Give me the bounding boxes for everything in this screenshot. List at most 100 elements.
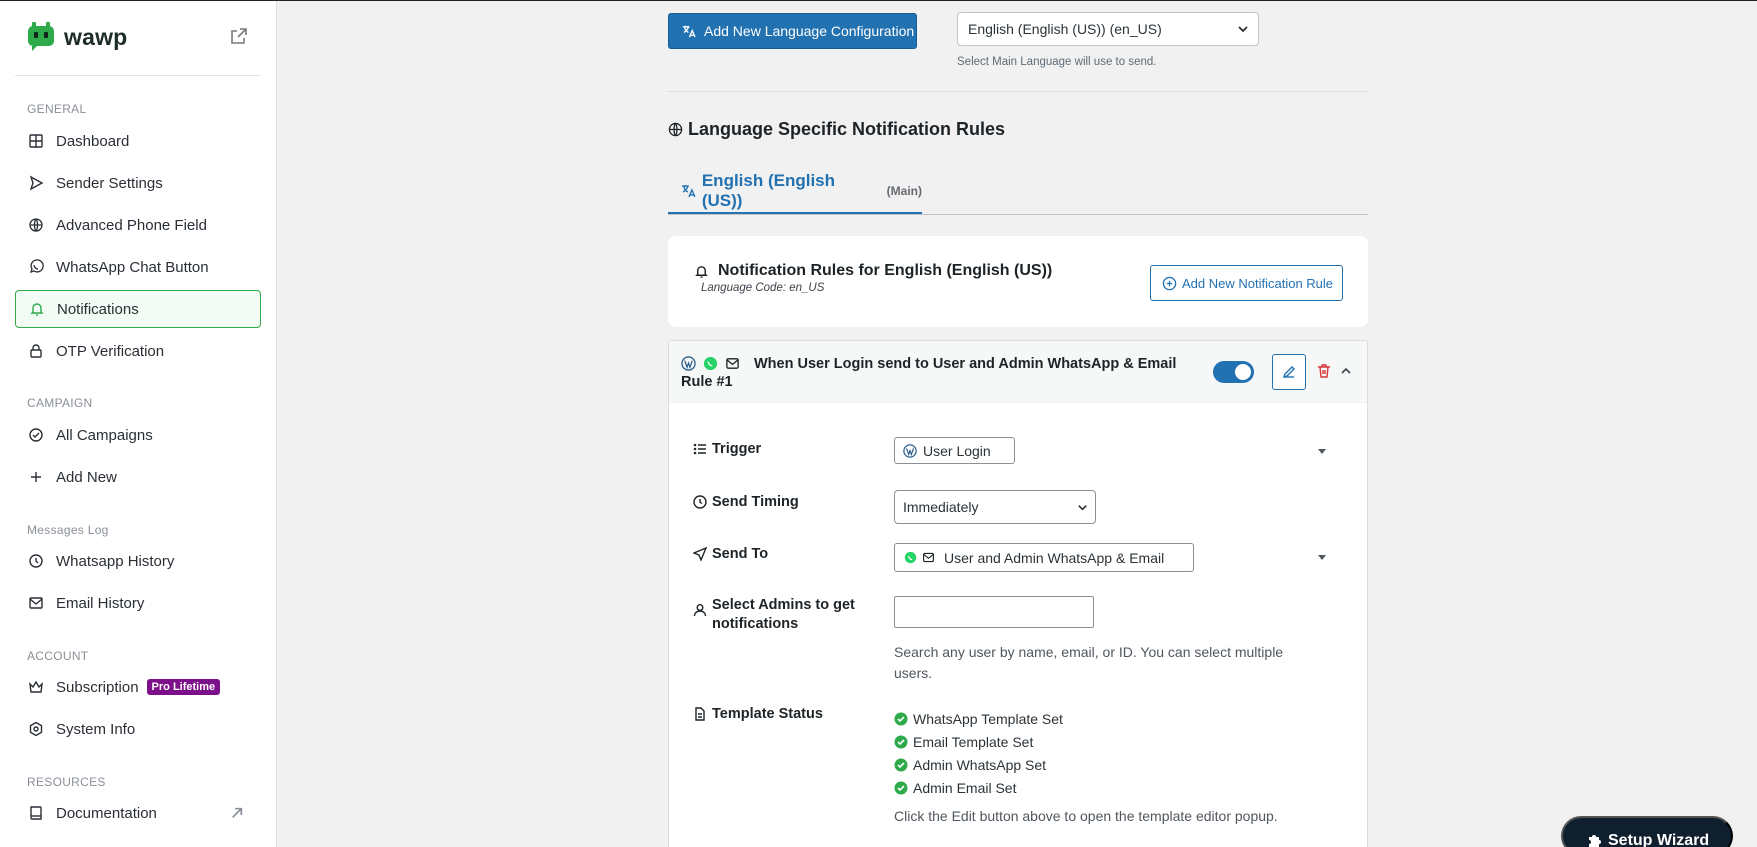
sidebar-item-dashboard[interactable]: Dashboard (15, 122, 261, 160)
tabs-divider (668, 214, 1368, 215)
puzzle-icon (1589, 835, 1601, 847)
tab-main-badge: (Main) (886, 183, 922, 198)
caret-down-icon[interactable] (1317, 446, 1327, 456)
chevron-up-icon[interactable] (1340, 365, 1352, 377)
template-status-text: WhatsApp Template Set (913, 710, 1063, 727)
rule-header[interactable]: When User Login send to User and Admin W… (669, 341, 1367, 403)
template-status-item: Admin Email Set (894, 776, 1063, 799)
grid-icon (29, 134, 43, 148)
trigger-label: Trigger (693, 440, 761, 459)
send-timing-select[interactable]: Immediately (894, 490, 1096, 524)
translate-icon (682, 25, 696, 37)
chevron-down-icon (1238, 26, 1248, 33)
template-status-list: WhatsApp Template Set Email Template Set… (894, 707, 1063, 799)
sidebar-item-label: OTP Verification (56, 342, 165, 360)
navigation-icon (693, 547, 707, 561)
external-link-icon[interactable] (230, 27, 248, 45)
rules-header-card: Notification Rules for English (English … (668, 236, 1368, 327)
admins-search-input[interactable] (894, 596, 1094, 628)
tab-label: English (English (US)) (701, 170, 836, 210)
brand-name: wawp (64, 23, 128, 50)
sidebar-item-all-campaigns[interactable]: All Campaigns (15, 416, 261, 454)
tab-english[interactable]: English (English (US)) (Main) (668, 169, 922, 215)
main-language-select[interactable]: English (English (US)) (en_US) (957, 12, 1259, 46)
rule-enabled-toggle[interactable] (1213, 361, 1254, 383)
rule-title: When User Login send to User and Admin W… (681, 356, 1177, 390)
section-title-general: GENERAL (27, 102, 87, 116)
sidebar-item-label: Add New (56, 468, 117, 486)
pencil-icon (1282, 366, 1295, 379)
sidebar-item-label: Subscription (56, 678, 139, 696)
whatsapp-icon (904, 551, 917, 564)
sidebar-item-label: Sender Settings (56, 174, 163, 192)
rules-section-title: Language Specific Notification Rules (688, 119, 1006, 139)
admins-hint: Search any user by name, email, or ID. Y… (894, 644, 1284, 681)
wordpress-icon (903, 443, 917, 458)
section-title-resources: RESOURCES (27, 775, 106, 789)
setup-wizard-button[interactable]: Setup Wizard (1561, 816, 1733, 847)
send-timing-value: Immediately (903, 499, 979, 515)
trigger-label-text: Trigger (712, 441, 762, 457)
section-title-account: ACCOUNT (27, 649, 89, 663)
sidebar-item-advanced-phone-field[interactable]: Advanced Phone Field (15, 206, 261, 244)
sidebar-item-add-new[interactable]: Add New (15, 458, 261, 496)
sidebar-item-system-info[interactable]: System Info (15, 710, 261, 748)
sidebar-item-email-history[interactable]: Email History (15, 584, 261, 622)
list-icon (693, 443, 706, 455)
main-language-hint: Select Main Language will use to send. (957, 56, 1157, 68)
add-language-configuration-label: Add New Language Configuration (704, 23, 915, 39)
bell-icon (30, 303, 44, 316)
add-language-configuration-button[interactable]: Add New Language Configuration (668, 13, 917, 49)
check-circle-icon (894, 781, 908, 794)
caret-down-icon[interactable] (1317, 552, 1327, 562)
sidebar-item-whatsapp-chat-button[interactable]: WhatsApp Chat Button (15, 248, 261, 286)
user-icon (693, 604, 707, 617)
check-circle-icon (29, 428, 43, 442)
document-icon (695, 707, 705, 721)
send-timing-label: Send Timing (693, 493, 799, 512)
trigger-select[interactable]: User Login (894, 437, 1015, 464)
sidebar-item-label: System Info (56, 720, 136, 738)
sidebar-item-sender-settings[interactable]: Sender Settings (15, 164, 261, 202)
sidebar-item-subscription[interactable]: Subscription Pro Lifetime (15, 668, 261, 706)
sidebar-item-notifications[interactable]: Notifications (15, 290, 261, 328)
trash-icon[interactable] (1316, 363, 1332, 379)
sidebar-item-label: Advanced Phone Field (56, 216, 207, 234)
add-notification-rule-button[interactable]: Add New Notification Rule (1150, 265, 1343, 301)
sidebar-item-label: Documentation (56, 804, 157, 822)
settings-icon (29, 721, 43, 737)
sidebar: wawp GENERAL Dashboard Sender Settings A… (0, 1, 277, 847)
plus-icon (31, 472, 41, 482)
send-to-value: User and Admin WhatsApp & Email (944, 549, 1165, 566)
sidebar-item-label: WhatsApp Chat Button (56, 258, 209, 276)
template-status-item: Admin WhatsApp Set (894, 753, 1063, 776)
admins-label: Select Admins to get notifications (693, 596, 873, 634)
external-link-icon (232, 807, 243, 818)
edit-rule-button[interactable] (1272, 354, 1306, 390)
template-status-item: WhatsApp Template Set (894, 707, 1063, 730)
template-status-item: Email Template Set (894, 730, 1063, 753)
section-title-messages-log: Messages Log (27, 523, 109, 537)
send-to-select[interactable]: User and Admin WhatsApp & Email (894, 543, 1194, 572)
template-status-label-text: Template Status (712, 706, 823, 722)
plus-circle-icon (1162, 276, 1177, 290)
notification-rule: When User Login send to User and Admin W… (668, 340, 1368, 847)
email-icon (923, 552, 934, 563)
check-circle-icon (894, 712, 908, 725)
sidebar-item-whatsapp-history[interactable]: Whatsapp History (15, 542, 261, 580)
sidebar-item-label: All Campaigns (56, 426, 153, 444)
sidebar-item-documentation[interactable]: Documentation (15, 794, 261, 832)
send-icon (29, 175, 44, 191)
brand[interactable]: wawp (26, 22, 127, 52)
language-code: Language Code: en_US (701, 282, 825, 294)
lock-icon (30, 344, 42, 358)
clock-icon (693, 495, 707, 509)
wawp-logo-icon (28, 22, 54, 51)
divider (668, 91, 1368, 92)
sidebar-item-otp-verification[interactable]: OTP Verification (15, 332, 261, 370)
sidebar-item-label: Notifications (57, 300, 139, 318)
main-content: Add New Language Configuration English (… (278, 1, 1757, 847)
globe-icon (29, 218, 43, 232)
template-status-text: Admin Email Set (913, 779, 1017, 796)
send-timing-label-text: Send Timing (712, 494, 799, 510)
